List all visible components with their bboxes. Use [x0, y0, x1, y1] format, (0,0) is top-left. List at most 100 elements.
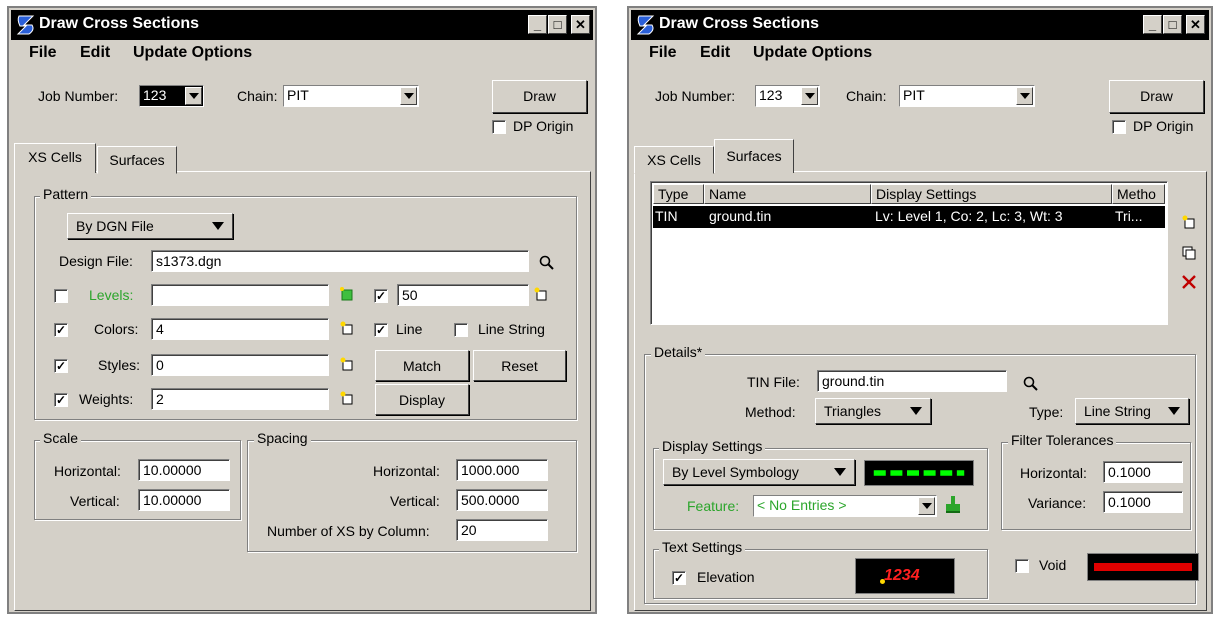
menu-file[interactable]: File [29, 44, 57, 62]
minimize-button[interactable]: _ [528, 15, 547, 34]
levels-checkbox[interactable] [54, 289, 68, 303]
menu-edit[interactable]: Edit [80, 44, 110, 62]
variance-input[interactable]: 0.1000 [1103, 491, 1183, 513]
line-string-checkbox[interactable] [454, 323, 468, 337]
dp-origin-label: DP Origin [513, 118, 574, 134]
column-header-display-settings[interactable]: Display Settings [871, 184, 1112, 204]
job-number-dropdown[interactable]: 123 [139, 85, 204, 107]
menu-edit[interactable]: Edit [700, 44, 730, 62]
dp-origin-checkbox[interactable] [1112, 120, 1126, 134]
levels-picker-icon[interactable] [339, 286, 355, 302]
pattern-group-label: Pattern [40, 186, 92, 202]
tin-file-input[interactable]: ground.tin [817, 370, 1007, 392]
scale-horizontal-label: Horizontal: [54, 463, 121, 479]
elevation-checkbox[interactable]: ✓ [672, 571, 686, 585]
display-button[interactable]: Display [375, 384, 469, 415]
delete-icon[interactable] [1181, 274, 1197, 290]
tab-xs-cells[interactable]: XS Cells [634, 146, 714, 174]
levels-input[interactable] [151, 284, 329, 306]
match-button[interactable]: Match [375, 350, 469, 381]
title-bar[interactable]: Draw Cross Sections _ □ ✕ [11, 10, 593, 40]
title-bar[interactable]: Draw Cross Sections _ □ ✕ [631, 10, 1209, 40]
variance-label: Variance: [1028, 495, 1087, 511]
column-header-method[interactable]: Metho [1112, 184, 1165, 204]
scale-vertical-input[interactable]: 10.00000 [138, 489, 230, 511]
origin-dot-icon [880, 579, 885, 584]
chevron-down-icon[interactable] [801, 87, 818, 105]
colors-input[interactable]: 4 [151, 318, 329, 340]
chevron-down-icon[interactable] [400, 87, 417, 105]
styles-checkbox[interactable]: ✓ [54, 359, 68, 373]
maximize-button[interactable]: □ [548, 15, 567, 34]
styles-input[interactable]: 0 [151, 354, 329, 376]
line-label: Line [396, 321, 423, 337]
line-checkbox[interactable]: ✓ [374, 323, 388, 337]
levels-count-input[interactable]: 50 [397, 284, 529, 306]
draw-button[interactable]: Draw [1109, 80, 1204, 113]
colors-checkbox[interactable]: ✓ [54, 323, 68, 337]
draw-button[interactable]: Draw [492, 80, 587, 113]
dp-origin-checkbox[interactable] [492, 120, 506, 134]
design-file-input[interactable]: s1373.dgn [151, 250, 529, 272]
surface-list[interactable]: Type Name Display Settings Metho TIN gro… [650, 181, 1168, 325]
filter-horizontal-input[interactable]: 0.1000 [1103, 461, 1183, 483]
tab-surfaces[interactable]: Surfaces [97, 146, 177, 174]
new-item-icon[interactable] [339, 356, 355, 372]
feature-dropdown[interactable]: < No Entries > [753, 495, 937, 517]
chain-dropdown[interactable]: PIT [283, 85, 419, 107]
window-title: Draw Cross Sections [659, 15, 820, 32]
scale-group-label: Scale [40, 430, 82, 446]
chain-dropdown[interactable]: PIT [899, 85, 1035, 107]
new-item-icon[interactable] [533, 286, 549, 302]
dp-origin-label: DP Origin [1133, 118, 1194, 134]
void-checkbox[interactable] [1015, 559, 1029, 573]
close-button[interactable]: ✕ [571, 15, 590, 34]
table-row[interactable]: TIN ground.tin Lv: Level 1, Co: 2, Lc: 3… [653, 206, 1165, 228]
job-number-dropdown[interactable]: 123 [755, 85, 820, 107]
spacing-horizontal-input[interactable]: 1000.000 [456, 459, 548, 481]
chevron-down-icon[interactable] [1016, 87, 1033, 105]
display-mode-dropdown[interactable]: By Level Symbology [663, 459, 855, 485]
new-item-icon[interactable] [339, 390, 355, 406]
chevron-down-icon [212, 222, 224, 230]
search-icon[interactable] [1023, 376, 1039, 392]
chevron-down-icon[interactable] [185, 87, 202, 105]
type-dropdown[interactable]: Line String [1075, 398, 1189, 424]
reset-button[interactable]: Reset [473, 350, 566, 381]
menu-update-options[interactable]: Update Options [753, 44, 872, 62]
spacing-vertical-input[interactable]: 500.0000 [456, 489, 548, 511]
minimize-button[interactable]: _ [1143, 15, 1162, 34]
feature-label: Feature: [687, 498, 740, 514]
xs-by-column-input[interactable]: 20 [456, 519, 548, 541]
copy-icon[interactable] [1181, 245, 1197, 261]
method-dropdown[interactable]: Triangles [815, 398, 931, 424]
feature-picker-icon[interactable] [943, 494, 963, 514]
chevron-down-icon [1168, 407, 1180, 415]
tab-surfaces[interactable]: Surfaces [714, 139, 794, 173]
weights-input[interactable]: 2 [151, 388, 329, 410]
chevron-down-icon[interactable] [918, 497, 935, 515]
search-icon[interactable] [539, 255, 555, 271]
scale-horizontal-input[interactable]: 10.00000 [138, 459, 230, 481]
menu-file[interactable]: File [649, 44, 677, 62]
styles-label: Styles: [98, 357, 141, 373]
menu-update-options[interactable]: Update Options [133, 44, 252, 62]
add-surface-icon[interactable] [1181, 214, 1197, 230]
void-style-preview[interactable] [1087, 553, 1199, 581]
levels-label: Levels: [89, 287, 134, 303]
text-style-preview[interactable]: 1234 [855, 558, 955, 594]
line-style-preview[interactable] [864, 460, 974, 486]
maximize-button[interactable]: □ [1163, 15, 1182, 34]
tab-xs-cells[interactable]: XS Cells [14, 143, 96, 173]
scale-vertical-label: Vertical: [70, 493, 120, 509]
levels-count-checkbox[interactable]: ✓ [374, 289, 388, 303]
close-button[interactable]: ✕ [1186, 15, 1205, 34]
row-display-settings: Lv: Level 1, Co: 2, Lc: 3, Wt: 3 [875, 208, 1063, 224]
column-header-type[interactable]: Type [653, 184, 704, 204]
pattern-mode-dropdown[interactable]: By DGN File [67, 213, 233, 239]
design-file-label: Design File: [59, 253, 133, 269]
weights-checkbox[interactable]: ✓ [54, 393, 68, 407]
new-item-icon[interactable] [339, 320, 355, 336]
column-header-name[interactable]: Name [704, 184, 871, 204]
elevation-label: Elevation [697, 569, 755, 585]
